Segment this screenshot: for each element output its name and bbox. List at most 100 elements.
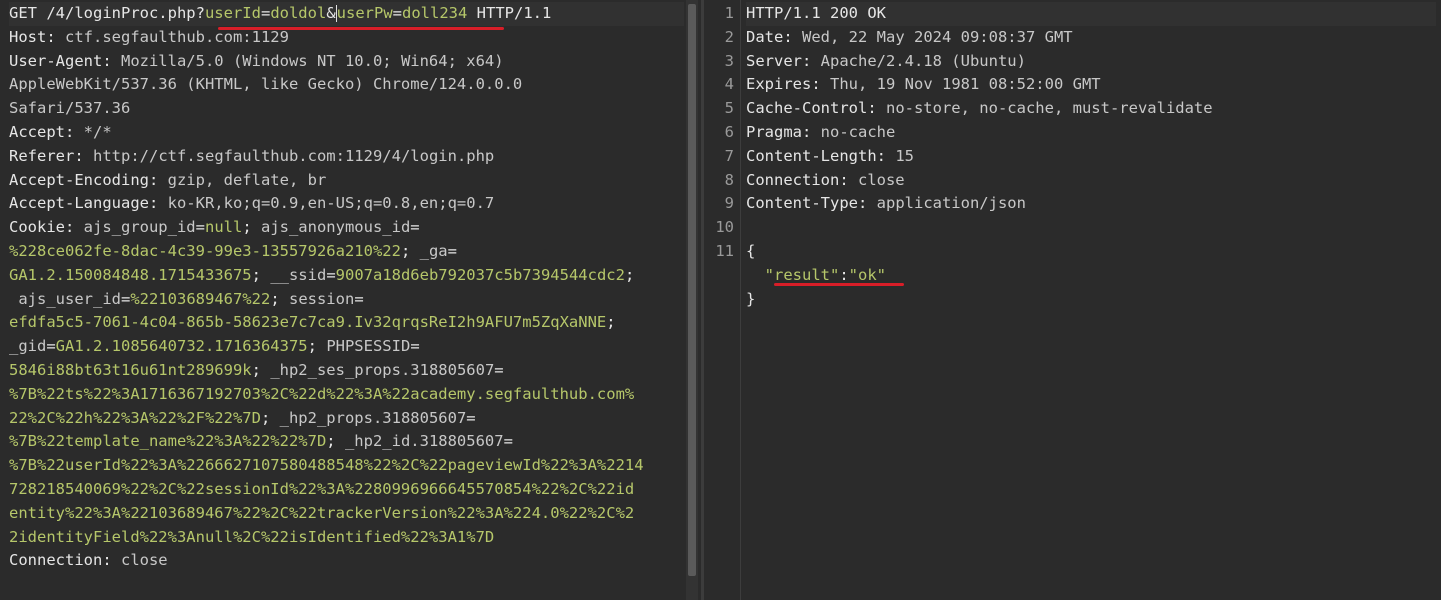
request-token: %7B%22template_name%22%3A%22%22%7D <box>9 432 327 451</box>
request-token: ajs_group_id <box>83 218 196 237</box>
request-token: Mozilla/5.0 (Windows NT 10.0; Win64; x64… <box>120 51 504 70</box>
request-token: = <box>195 218 205 237</box>
request-token: Referer: <box>9 146 93 165</box>
request-token: ; <box>251 360 271 379</box>
response-line: Pragma: no-cache <box>746 121 1436 145</box>
line-number: 5 <box>724 99 734 118</box>
request-line: GA1.2.150084848.1715433675; __ssid=9007a… <box>9 264 684 288</box>
request-line: Connection: close <box>9 549 684 573</box>
request-token: Cookie: <box>9 218 84 237</box>
result-underline <box>774 283 904 286</box>
request-token: %7B%22userId%22%3A%2266627107580488548%2… <box>9 456 644 475</box>
request-token: _ga <box>419 241 448 260</box>
request-token: 728218540069%22%2C%22sessionId%22%3A%228… <box>9 479 635 498</box>
response-token: : <box>839 265 849 284</box>
response-line-gutter: 1 2 3 4 5 6 7 8 9 10 11 <box>704 0 741 600</box>
response-token: Apache/2.4.18 (Ubuntu) <box>820 51 1026 70</box>
request-line: AppleWebKit/537.36 (KHTML, like Gecko) C… <box>9 73 684 97</box>
request-token: ; <box>606 313 616 332</box>
request-token: User-Agent: <box>9 51 121 70</box>
response-line: Cache-Control: no-store, no-cache, must-… <box>746 97 1436 121</box>
request-line: 5846i88bt63t16u61nt289699k; _hp2_ses_pro… <box>9 359 684 383</box>
request-token: _hp2_id.318805607 <box>344 432 504 451</box>
response-token: Server: <box>746 51 821 70</box>
request-scrollbar-thumb[interactable] <box>688 4 696 576</box>
response-token: Date: <box>746 27 802 46</box>
request-token: = <box>46 337 56 356</box>
response-line: Content-Length: 15 <box>746 145 1436 169</box>
request-token: Host: <box>9 27 65 46</box>
request-token: 2identityField%22%3Anull%2C%22isIdentifi… <box>9 527 495 546</box>
request-token: */* <box>83 122 112 141</box>
request-token: _hp2_ses_props.318805607 <box>270 360 495 379</box>
request-token: %228ce062fe-8dac-4c39-99e3-13557926a210%… <box>9 241 401 260</box>
request-token: = <box>503 432 513 451</box>
response-editor[interactable]: HTTP/1.1 200 OK Date: Wed, 22 May 2024 09… <box>746 2 1436 311</box>
request-line: 728218540069%22%2C%22sessionId%22%3A%228… <box>9 478 684 502</box>
request-token: ; <box>400 241 420 260</box>
line-number: 3 <box>724 51 734 70</box>
line-number: 2 <box>724 27 734 46</box>
request-token: ; <box>260 408 280 427</box>
response-line: Server: Apache/2.4.18 (Ubuntu) <box>746 50 1436 74</box>
line-number: 1 <box>724 4 734 22</box>
line-number: 11 <box>715 241 734 260</box>
line-number: 7 <box>724 146 734 165</box>
request-line: %7B%22template_name%22%3A%22%22%7D; _hp2… <box>9 430 684 454</box>
response-token: Pragma: <box>746 122 821 141</box>
request-token: ko-KR,ko;q=0.9,en-US;q=0.8,en;q=0.7 <box>167 194 495 213</box>
line-number: 4 <box>724 75 734 94</box>
response-token: } <box>746 289 756 308</box>
request-line: GET /4/loginProc.php?userId=doldol&userP… <box>9 2 684 26</box>
request-token: Safari/537.36 <box>9 99 131 118</box>
request-line: Accept-Language: ko-KR,ko;q=0.9,en-US;q=… <box>9 192 684 216</box>
request-token: = <box>494 360 504 379</box>
request-pane: GET /4/loginProc.php?userId=doldol&userP… <box>0 0 701 600</box>
request-line: %228ce062fe-8dac-4c39-99e3-13557926a210%… <box>9 240 684 264</box>
request-token: doldol <box>270 4 327 22</box>
request-token: entity%22%3A%22103689467%22%2C%22tracker… <box>9 503 635 522</box>
request-token: = <box>354 289 364 308</box>
line-number: 9 <box>724 194 734 213</box>
request-token: ; <box>326 432 345 451</box>
request-token: %22103689467%22 <box>130 289 271 308</box>
request-token: = <box>326 265 336 284</box>
request-token: ctf.segfaulthub.com:1129 <box>65 27 289 46</box>
request-token: ajs_anonymous_id <box>260 218 411 237</box>
response-line: } <box>746 288 1436 312</box>
response-token <box>746 266 765 284</box>
request-token: = <box>447 241 457 260</box>
request-token: Accept-Encoding: <box>9 170 168 189</box>
request-line: 2identityField%22%3Anull%2C%22isIdentifi… <box>9 526 684 550</box>
request-token: 9007a18d6eb792037c5b7394544cdc2 <box>335 265 625 284</box>
request-line: 22%2C%22h%22%3A%22%2F%22%7D; _hp2_props.… <box>9 407 684 431</box>
request-token: gzip, deflate, br <box>167 170 327 189</box>
response-token: "ok" <box>848 265 886 284</box>
request-line: entity%22%3A%22103689467%22%2C%22tracker… <box>9 502 684 526</box>
response-token: "result" <box>764 265 840 284</box>
request-token: PHPSESSID <box>326 337 411 356</box>
response-pane: 1 2 3 4 5 6 7 8 9 10 11 HTTP/1.1 200 OK Date: Wed, … <box>704 0 1441 600</box>
request-token: ajs_user_id <box>9 289 121 308</box>
request-token: = <box>466 408 476 427</box>
request-token: ; <box>307 337 327 356</box>
response-line: { <box>746 240 1436 264</box>
request-line: ajs_user_id=%22103689467%22; session= <box>9 288 684 312</box>
response-token: Cache-Control: <box>746 99 886 118</box>
request-token: & <box>326 4 336 22</box>
request-line: Cookie: ajs_group_id=null; ajs_anonymous… <box>9 216 684 240</box>
request-token: 22%2C%22h%22%3A%22%2F%22%7D <box>9 408 261 427</box>
request-line: Accept-Encoding: gzip, deflate, br <box>9 169 684 193</box>
credentials-underline <box>218 27 504 30</box>
request-editor[interactable]: GET /4/loginProc.php?userId=doldol&userP… <box>9 2 684 573</box>
line-number: 8 <box>724 170 734 189</box>
request-token: AppleWebKit/537.36 (KHTML, like Gecko) C… <box>9 75 523 94</box>
response-token: application/json <box>876 194 1026 213</box>
response-token: no-cache <box>820 122 896 141</box>
response-line: Date: Wed, 22 May 2024 09:08:37 GMT <box>746 26 1436 50</box>
request-token: Accept-Language: <box>9 194 168 213</box>
request-token: Connection: <box>9 551 121 570</box>
response-line: Expires: Thu, 19 Nov 1981 08:52:00 GMT <box>746 73 1436 97</box>
request-token: session <box>288 289 355 308</box>
request-token: ; <box>251 265 271 284</box>
